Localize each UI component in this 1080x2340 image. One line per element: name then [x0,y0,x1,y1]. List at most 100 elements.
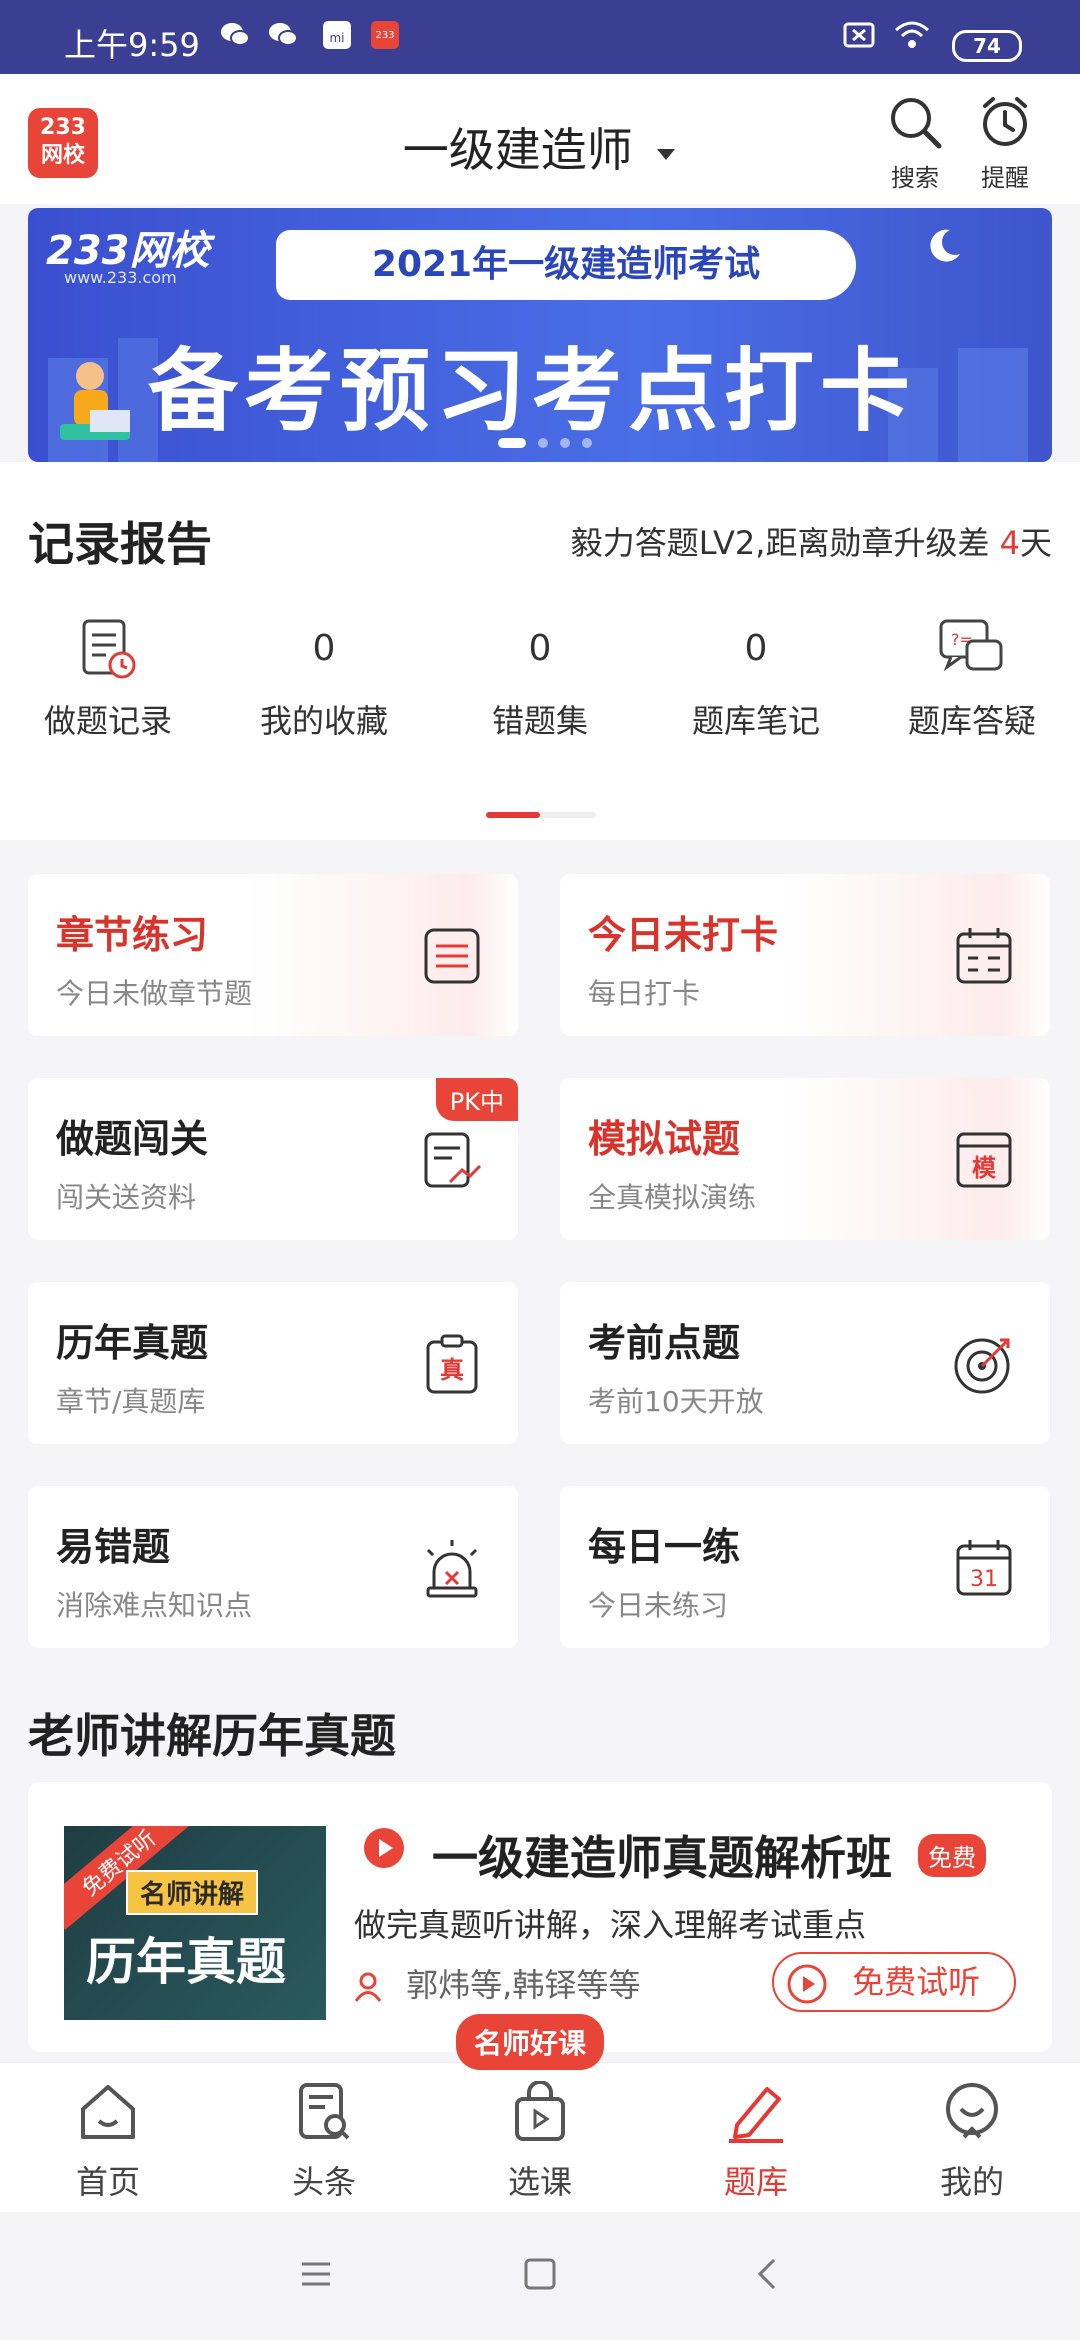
daily-calendar-icon: 31 [956,1540,1012,1596]
clipboard-icon: 真 [426,1334,478,1394]
course-bag-icon [515,2080,565,2141]
nav-home[interactable]: 首页 [48,2081,168,2203]
card-challenge[interactable]: PK中 做题闯关 闯关送资料 [28,1078,518,1240]
record-label: 做题记录 [43,702,172,740]
course-card[interactable]: 免费试听 名师讲解 历年真题 一级建造师真题解析班 免费 做完真题听讲解，深入理… [28,1782,1052,2052]
course-teachers: 郭炜等,韩铎等等 [354,1960,640,2006]
card-subtitle: 全真模拟演练 [588,1181,757,1214]
card-pre-exam-tips[interactable]: 考前点题 考前10天开放 [560,1282,1050,1444]
card-past-exams[interactable]: 历年真题 章节/真题库 真 [28,1282,518,1444]
free-trial-label: 免费试听 [852,1963,981,2001]
exam-title: 一级建造师 [402,123,633,177]
remind-label: 提醒 [981,164,1029,192]
home-icon [81,2085,135,2139]
teacher-section-title: 老师讲解历年真题 [28,1709,396,1763]
card-title: 易错题 [56,1525,171,1569]
nav-profile[interactable]: 我的 [912,2081,1032,2203]
level-unit: 天 [1019,524,1052,562]
system-nav-bar [0,2212,1080,2340]
card-mock-exam[interactable]: 模拟试题 全真模拟演练 模 [560,1078,1050,1240]
chart-doc-icon [424,1132,482,1188]
record-item-qa[interactable]: ?= 题库答疑 [864,612,1080,742]
card-subtitle: 考前10天开放 [588,1385,764,1418]
pk-badge: PK中 [435,1078,518,1121]
menu-icon[interactable] [298,2256,334,2292]
alarm-icon [426,1540,478,1598]
status-time: 上午9:59 [64,26,200,64]
wechat-icon [221,23,250,46]
nav-question-bank[interactable]: 题库 [696,2081,816,2203]
app-header: 233 网校 一级建造师 搜索 提醒 [0,74,1080,204]
record-item-notes[interactable]: 0 题库笔记 [648,612,864,742]
record-item-history[interactable]: 做题记录 [0,612,216,742]
mi-store-icon: mi [323,21,351,49]
card-title: 历年真题 [56,1321,209,1365]
remind-button[interactable]: 提醒 [960,92,1050,193]
moon-icon [930,229,960,262]
level-progress-text: 毅力答题LV2,距离勋章升级差 4天 [571,518,1052,564]
back-icon[interactable] [750,2256,786,2292]
thumb-tag: 名师讲解 [126,1870,259,1915]
banner-slogan: 备考预习考点打卡 [148,339,916,444]
play-circle-icon [787,1964,827,2004]
card-subtitle: 消除难点知识点 [56,1589,253,1622]
card-subtitle: 今日未做章节题 [56,977,253,1010]
app-233-icon: 233 [371,21,399,49]
status-bar: 上午9:59 mi 233 74 [0,0,1080,74]
caret-down-icon [657,148,676,160]
battery-indicator: 74 [952,30,1022,62]
svg-text:真: 真 [440,1356,464,1384]
profile-icon [946,2083,998,2139]
favorites-count: 0 [312,628,336,669]
search-label: 搜索 [891,164,939,192]
alarm-clock-icon [983,97,1027,146]
teachers-text: 郭炜等,韩铎等等 [406,1966,641,2004]
card-title: 考前点题 [588,1321,741,1365]
search-button[interactable]: 搜索 [870,92,960,193]
studying-person-illustration [60,362,130,440]
nav-courses[interactable]: 选课 [480,2080,600,2203]
promo-bubble[interactable]: 名师好课 [456,2014,605,2070]
promo-banner[interactable]: 233网校 www.233.com 2021年一级建造师考试 备考预习考点打卡 [28,208,1052,462]
svg-text:233: 233 [375,30,394,41]
no-sim-icon [843,22,875,48]
mock-exam-icon: 模 [956,1132,1012,1188]
pen-icon [729,2087,783,2143]
record-item-favorites[interactable]: 0 我的收藏 [216,612,432,742]
card-title: 每日一练 [588,1525,741,1569]
home-square-icon[interactable] [522,2256,558,2292]
search-icon [891,98,942,149]
nav-news[interactable]: 头条 [264,2081,384,2203]
card-title: 今日未打卡 [588,913,779,957]
target-icon [954,1338,1010,1394]
card-subtitle: 闯关送资料 [56,1181,197,1214]
wrong-questions-count: 0 [528,628,552,669]
wifi-icon [895,21,929,48]
banner-pager [498,433,604,452]
free-trial-button[interactable]: 免费试听 [772,1952,1016,2012]
nav-label: 头条 [291,2163,356,2201]
course-description: 做完真题听讲解，深入理解考试重点 [354,1906,867,1944]
card-daily-practice[interactable]: 每日一练 今日未练习 31 [560,1486,1050,1648]
record-item-wrong-questions[interactable]: 0 错题集 [432,612,648,742]
svg-text:31: 31 [970,1567,998,1592]
course-title: 一级建造师真题解析班 [432,1831,892,1885]
nav-label: 首页 [75,2163,140,2201]
wechat-icon [269,23,298,46]
records-section: 记录报告 毅力答题LV2,距离勋章升级差 4天 做题记录 0 我的收藏 0 错题… [0,462,1080,840]
record-label: 题库笔记 [691,702,820,740]
card-title: 章节练习 [56,913,209,957]
thumb-headline: 历年真题 [86,1933,286,1991]
card-error-prone[interactable]: 易错题 消除难点知识点 [28,1486,518,1648]
record-label: 我的收藏 [259,702,388,740]
nav-label: 选课 [507,2163,572,2201]
level-days: 4 [999,524,1020,562]
banner-brand-url: www.233.com [64,268,177,287]
card-title: 模拟试题 [588,1117,741,1161]
card-daily-checkin[interactable]: 今日未打卡 每日打卡 [560,874,1050,1036]
course-thumbnail: 免费试听 名师讲解 历年真题 [64,1826,326,2020]
record-label: 错题集 [491,702,588,740]
qa-chat-icon: ?= [939,619,1003,672]
nav-label: 题库 [723,2163,788,2201]
card-chapter-practice[interactable]: 章节练习 今日未做章节题 [28,874,518,1036]
